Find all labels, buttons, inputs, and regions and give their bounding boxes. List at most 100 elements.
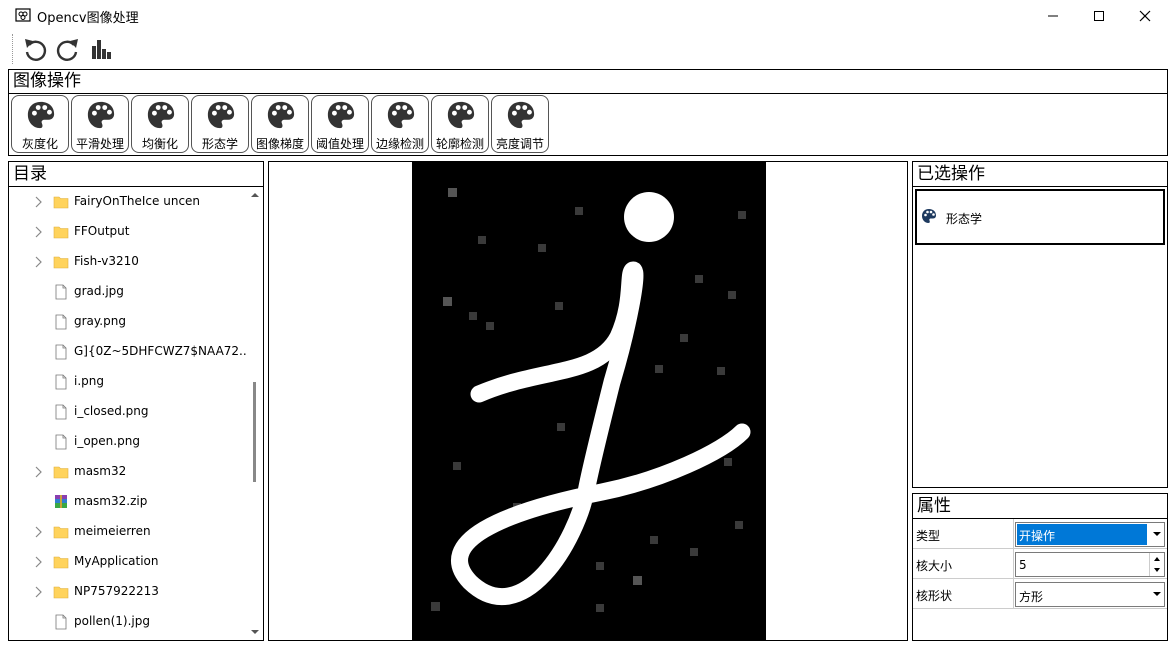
op-button-label: 边缘检测 bbox=[375, 137, 424, 151]
file-icon bbox=[53, 314, 69, 330]
selected-op-label: 形态学 bbox=[946, 212, 983, 226]
op-button-label: 平滑处理 bbox=[75, 137, 124, 151]
file-icon bbox=[53, 374, 69, 390]
tree-file-item[interactable]: masm32.zip bbox=[9, 487, 247, 517]
prop-row-type: 类型 开操作 bbox=[913, 519, 1167, 549]
tree-folder-item[interactable]: masm32 bbox=[9, 457, 247, 487]
folder-icon bbox=[53, 464, 69, 480]
prop-row-ksize: 核大小 5 bbox=[913, 549, 1167, 579]
kshape-combobox[interactable]: 方形 bbox=[1015, 582, 1165, 607]
tree-item-label: i.png bbox=[74, 374, 104, 388]
tree-file-item[interactable]: G]{0Z~5DHFCWZ7$NAA72... bbox=[9, 337, 247, 367]
image-viewer[interactable] bbox=[268, 161, 908, 641]
prop-row-kshape: 核形状 方形 bbox=[913, 579, 1167, 609]
palette-icon bbox=[26, 100, 56, 130]
palette-icon bbox=[146, 100, 176, 130]
op-button[interactable]: 灰度化 bbox=[11, 95, 69, 153]
selected-op-item[interactable]: 形态学 bbox=[915, 189, 1165, 245]
kshape-label: 核形状 bbox=[916, 589, 953, 603]
tree-file-item[interactable]: i_closed.png bbox=[9, 397, 247, 427]
chevron-right-icon[interactable] bbox=[33, 256, 43, 268]
scroll-up-arrow-icon[interactable] bbox=[250, 190, 260, 200]
op-button[interactable]: 均衡化 bbox=[131, 95, 189, 153]
app-icon bbox=[15, 8, 31, 22]
folder-icon bbox=[53, 254, 69, 270]
type-label: 类型 bbox=[916, 529, 941, 543]
archive-icon bbox=[53, 494, 69, 510]
folder-icon bbox=[53, 224, 69, 240]
tree-file-item[interactable]: i.png bbox=[9, 367, 247, 397]
op-button[interactable]: 平滑处理 bbox=[71, 95, 129, 153]
directory-title: 目录 bbox=[9, 162, 263, 187]
undo-button[interactable] bbox=[20, 34, 50, 64]
ops-toolbar: 灰度化 平滑处理 均衡化 形态学 图像梯度 阈值处理 边缘检测 轮廓检测 亮度调节 bbox=[8, 93, 1168, 156]
tree-file-item[interactable]: grad.jpg bbox=[9, 277, 247, 307]
file-tree[interactable]: FairyOnTheIce uncen FFOutput Fish-v3210 gra… bbox=[9, 187, 247, 640]
tree-item-label: NP757922213 bbox=[74, 584, 159, 598]
tree-item-label: masm32 bbox=[74, 464, 127, 478]
minimize-button[interactable] bbox=[1030, 0, 1076, 31]
type-value: 开操作 bbox=[1019, 529, 1056, 543]
palette-icon bbox=[386, 100, 416, 130]
folder-icon bbox=[53, 554, 69, 570]
op-button-label: 灰度化 bbox=[21, 137, 58, 151]
palette-icon bbox=[206, 100, 236, 130]
tree-file-item[interactable]: gray.png bbox=[9, 307, 247, 337]
ksize-spinbox[interactable]: 5 bbox=[1015, 552, 1165, 577]
scrollbar-thumb[interactable] bbox=[253, 382, 256, 482]
op-button[interactable]: 阈值处理 bbox=[311, 95, 369, 153]
tree-folder-item[interactable]: FFOutput bbox=[9, 217, 247, 247]
properties-panel: 属性 类型 开操作 核大小 5 核形状 方形 bbox=[912, 493, 1168, 641]
tree-file-item[interactable]: i_open.png bbox=[9, 427, 247, 457]
tree-item-label: gray.png bbox=[74, 314, 126, 328]
properties-title: 属性 bbox=[913, 494, 1167, 519]
tree-item-label: meimeierren bbox=[74, 524, 151, 538]
type-combobox-selection: 开操作 bbox=[1017, 524, 1147, 545]
chevron-right-icon[interactable] bbox=[33, 526, 43, 538]
chevron-right-icon[interactable] bbox=[33, 466, 43, 478]
tree-folder-item[interactable]: FairyOnTheIce uncen bbox=[9, 187, 247, 217]
chevron-right-icon[interactable] bbox=[33, 196, 43, 208]
selected-ops-title: 已选操作 bbox=[913, 162, 1167, 187]
type-combobox[interactable]: 开操作 bbox=[1015, 522, 1165, 547]
tree-item-label: i_closed.png bbox=[74, 404, 149, 418]
tree-folder-item[interactable]: NP757922213 bbox=[9, 577, 247, 607]
op-button[interactable]: 图像梯度 bbox=[251, 95, 309, 153]
tree-folder-item[interactable]: MyApplication bbox=[9, 547, 247, 577]
tree-item-label: FFOutput bbox=[74, 224, 130, 238]
folder-icon bbox=[53, 194, 69, 210]
tree-scrollbar[interactable] bbox=[247, 187, 263, 640]
ksize-spin-buttons[interactable] bbox=[1149, 553, 1164, 576]
redo-button[interactable] bbox=[53, 34, 83, 64]
directory-panel: 目录 FairyOnTheIce uncen FFOutput Fish-v3210… bbox=[8, 161, 264, 641]
chevron-right-icon[interactable] bbox=[33, 586, 43, 598]
palette-icon bbox=[266, 100, 296, 130]
op-button[interactable]: 边缘检测 bbox=[371, 95, 429, 153]
spin-up-icon[interactable] bbox=[1152, 555, 1162, 563]
palette-icon bbox=[922, 209, 936, 223]
op-button-label: 轮廓检测 bbox=[435, 137, 484, 151]
scroll-down-arrow-icon[interactable] bbox=[250, 627, 260, 637]
tree-folder-item[interactable]: Fish-v3210 bbox=[9, 247, 247, 277]
title-bar: Opencv图像处理 bbox=[0, 0, 1176, 31]
op-button[interactable]: 亮度调节 bbox=[491, 95, 549, 153]
op-button-label: 亮度调节 bbox=[495, 137, 544, 151]
window-title: Opencv图像处理 bbox=[37, 11, 139, 26]
chevron-right-icon[interactable] bbox=[33, 226, 43, 238]
tree-item-label: MyApplication bbox=[74, 554, 159, 568]
histogram-button[interactable] bbox=[87, 34, 117, 64]
tree-item-label: grad.jpg bbox=[74, 284, 124, 298]
file-icon bbox=[53, 284, 69, 300]
maximize-button[interactable] bbox=[1076, 0, 1122, 31]
file-icon bbox=[53, 434, 69, 450]
file-icon bbox=[53, 614, 69, 630]
tree-file-item[interactable]: pollen(1).jpg bbox=[9, 607, 247, 637]
palette-icon bbox=[506, 100, 536, 130]
op-button[interactable]: 轮廓检测 bbox=[431, 95, 489, 153]
close-button[interactable] bbox=[1122, 0, 1168, 31]
chevron-right-icon[interactable] bbox=[33, 556, 43, 568]
tree-folder-item[interactable]: meimeierren bbox=[9, 517, 247, 547]
spin-down-icon[interactable] bbox=[1152, 566, 1162, 574]
ksize-label: 核大小 bbox=[916, 559, 953, 573]
op-button[interactable]: 形态学 bbox=[191, 95, 249, 153]
